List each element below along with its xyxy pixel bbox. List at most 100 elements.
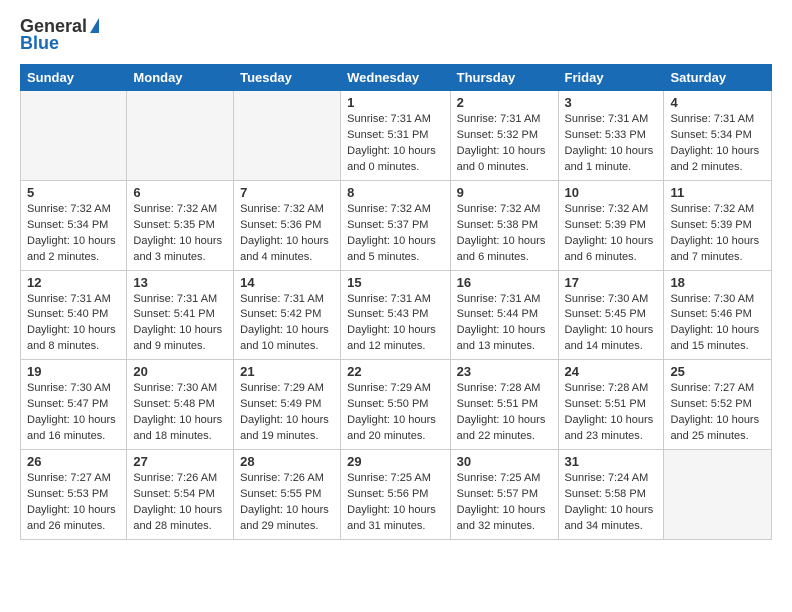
calendar-cell: 8 Sunrise: 7:32 AMSunset: 5:37 PMDaylight… (341, 180, 451, 270)
day-number: 5 (27, 185, 120, 200)
day-info: Sunrise: 7:30 AMSunset: 5:46 PMDaylight:… (670, 292, 765, 356)
day-info: Sunrise: 7:31 AMSunset: 5:44 PMDaylight:… (457, 292, 552, 356)
week-row-1: 1 Sunrise: 7:31 AMSunset: 5:31 PMDaylight… (21, 91, 772, 181)
day-info: Sunrise: 7:31 AMSunset: 5:41 PMDaylight:… (133, 292, 227, 356)
day-info: Sunrise: 7:31 AMSunset: 5:40 PMDaylight:… (27, 292, 120, 356)
day-info: Sunrise: 7:31 AMSunset: 5:42 PMDaylight:… (240, 292, 334, 356)
calendar-cell: 25 Sunrise: 7:27 AMSunset: 5:52 PMDayligh… (664, 360, 772, 450)
weekday-header-row: SundayMondayTuesdayWednesdayThursdayFrid… (21, 65, 772, 91)
weekday-header-saturday: Saturday (664, 65, 772, 91)
day-info: Sunrise: 7:31 AMSunset: 5:32 PMDaylight:… (457, 112, 552, 176)
logo-triangle-icon (90, 18, 99, 33)
weekday-header-tuesday: Tuesday (234, 65, 341, 91)
day-number: 8 (347, 185, 444, 200)
calendar-cell: 22Sunrise: 7:29 AMSunset: 5:50 PMDayligh… (341, 360, 451, 450)
day-number: 12 (27, 275, 120, 290)
calendar-cell: 3Sunrise: 7:31 AMSunset: 5:33 PMDaylight… (558, 91, 664, 181)
calendar-cell: 27Sunrise: 7:26 AMSunset: 5:54 PMDayligh… (127, 450, 234, 540)
calendar-cell: 21Sunrise: 7:29 AMSunset: 5:49 PMDayligh… (234, 360, 341, 450)
day-number: 10 (565, 185, 658, 200)
day-info: Sunrise: 7:31 AMSunset: 5:43 PMDaylight:… (347, 292, 444, 356)
day-info: Sunrise: 7:32 AMSunset: 5:38 PMDaylight:… (457, 202, 552, 266)
day-number: 1 (347, 95, 444, 110)
day-info: Sunrise: 7:30 AMSunset: 5:48 PMDaylight:… (133, 381, 227, 445)
day-number: 17 (565, 275, 658, 290)
calendar-cell (664, 450, 772, 540)
day-number: 2 (457, 95, 552, 110)
day-info: Sunrise: 7:32 AMSunset: 5:39 PMDaylight:… (565, 202, 658, 266)
day-number: 13 (133, 275, 227, 290)
day-info: Sunrise: 7:32 AMSunset: 5:39 PMDaylight:… (670, 202, 765, 266)
weekday-header-sunday: Sunday (21, 65, 127, 91)
calendar-cell: 17 Sunrise: 7:30 AMSunset: 5:45 PMDayligh… (558, 270, 664, 360)
calendar-cell: 30 Sunrise: 7:25 AMSunset: 5:57 PMDayligh… (450, 450, 558, 540)
logo: General Blue (20, 16, 99, 54)
week-row-2: 5 Sunrise: 7:32 AMSunset: 5:34 PMDaylight… (21, 180, 772, 270)
day-info: Sunrise: 7:25 AMSunset: 5:57 PMDaylight:… (457, 471, 552, 535)
day-info: Sunrise: 7:29 AMSunset: 5:49 PMDaylight:… (240, 381, 334, 445)
logo-blue-text: Blue (20, 33, 59, 54)
day-number: 11 (670, 185, 765, 200)
calendar-cell (234, 91, 341, 181)
day-number: 3 (565, 95, 658, 110)
calendar-cell (127, 91, 234, 181)
day-info: Sunrise: 7:27 AMSunset: 5:52 PMDaylight:… (670, 381, 765, 445)
calendar-cell: 29Sunrise: 7:25 AMSunset: 5:56 PMDayligh… (341, 450, 451, 540)
day-number: 4 (670, 95, 765, 110)
day-info: Sunrise: 7:28 AMSunset: 5:51 PMDaylight:… (565, 381, 658, 445)
day-number: 19 (27, 364, 120, 379)
day-info: Sunrise: 7:29 AMSunset: 5:50 PMDaylight:… (347, 381, 444, 445)
day-info: Sunrise: 7:26 AMSunset: 5:55 PMDaylight:… (240, 471, 334, 535)
day-number: 25 (670, 364, 765, 379)
day-number: 30 (457, 454, 552, 469)
day-number: 24 (565, 364, 658, 379)
calendar-cell: 12 Sunrise: 7:31 AMSunset: 5:40 PMDayligh… (21, 270, 127, 360)
calendar-cell: 31 Sunrise: 7:24 AMSunset: 5:58 PMDayligh… (558, 450, 664, 540)
calendar-cell: 16 Sunrise: 7:31 AMSunset: 5:44 PMDayligh… (450, 270, 558, 360)
calendar-cell: 1 Sunrise: 7:31 AMSunset: 5:31 PMDaylight… (341, 91, 451, 181)
day-number: 16 (457, 275, 552, 290)
calendar-cell: 18 Sunrise: 7:30 AMSunset: 5:46 PMDayligh… (664, 270, 772, 360)
day-info: Sunrise: 7:30 AMSunset: 5:47 PMDaylight:… (27, 381, 120, 445)
day-number: 29 (347, 454, 444, 469)
day-number: 31 (565, 454, 658, 469)
calendar-cell: 13 Sunrise: 7:31 AMSunset: 5:41 PMDayligh… (127, 270, 234, 360)
day-info: Sunrise: 7:30 AMSunset: 5:45 PMDaylight:… (565, 292, 658, 356)
page: General Blue SundayMondayTuesdayWednesda… (0, 0, 792, 556)
day-number: 28 (240, 454, 334, 469)
calendar-table: SundayMondayTuesdayWednesdayThursdayFrid… (20, 64, 772, 540)
day-info: Sunrise: 7:32 AMSunset: 5:35 PMDaylight:… (133, 202, 227, 266)
weekday-header-monday: Monday (127, 65, 234, 91)
calendar-cell: 7 Sunrise: 7:32 AMSunset: 5:36 PMDaylight… (234, 180, 341, 270)
calendar-cell: 10 Sunrise: 7:32 AMSunset: 5:39 PMDayligh… (558, 180, 664, 270)
day-number: 9 (457, 185, 552, 200)
calendar-cell (21, 91, 127, 181)
week-row-5: 26 Sunrise: 7:27 AMSunset: 5:53 PMDayligh… (21, 450, 772, 540)
calendar-cell: 20 Sunrise: 7:30 AMSunset: 5:48 PMDayligh… (127, 360, 234, 450)
day-number: 14 (240, 275, 334, 290)
day-info: Sunrise: 7:24 AMSunset: 5:58 PMDaylight:… (565, 471, 658, 535)
weekday-header-friday: Friday (558, 65, 664, 91)
day-info: Sunrise: 7:32 AMSunset: 5:36 PMDaylight:… (240, 202, 334, 266)
day-info: Sunrise: 7:32 AMSunset: 5:37 PMDaylight:… (347, 202, 444, 266)
day-number: 18 (670, 275, 765, 290)
calendar-cell: 14 Sunrise: 7:31 AMSunset: 5:42 PMDayligh… (234, 270, 341, 360)
weekday-header-thursday: Thursday (450, 65, 558, 91)
day-info: Sunrise: 7:31 AMSunset: 5:31 PMDaylight:… (347, 112, 444, 176)
day-info: Sunrise: 7:31 AMSunset: 5:34 PMDaylight:… (670, 112, 765, 176)
calendar-cell: 19 Sunrise: 7:30 AMSunset: 5:47 PMDayligh… (21, 360, 127, 450)
day-number: 20 (133, 364, 227, 379)
day-number: 23 (457, 364, 552, 379)
day-info: Sunrise: 7:27 AMSunset: 5:53 PMDaylight:… (27, 471, 120, 535)
calendar-cell: 11 Sunrise: 7:32 AMSunset: 5:39 PMDayligh… (664, 180, 772, 270)
header: General Blue (20, 16, 772, 54)
day-number: 26 (27, 454, 120, 469)
calendar-cell: 5 Sunrise: 7:32 AMSunset: 5:34 PMDaylight… (21, 180, 127, 270)
calendar-cell: 24 Sunrise: 7:28 AMSunset: 5:51 PMDayligh… (558, 360, 664, 450)
calendar-cell: 6Sunrise: 7:32 AMSunset: 5:35 PMDaylight… (127, 180, 234, 270)
day-info: Sunrise: 7:26 AMSunset: 5:54 PMDaylight:… (133, 471, 227, 535)
calendar-cell: 9 Sunrise: 7:32 AMSunset: 5:38 PMDaylight… (450, 180, 558, 270)
day-number: 7 (240, 185, 334, 200)
weekday-header-wednesday: Wednesday (341, 65, 451, 91)
day-info: Sunrise: 7:32 AMSunset: 5:34 PMDaylight:… (27, 202, 120, 266)
